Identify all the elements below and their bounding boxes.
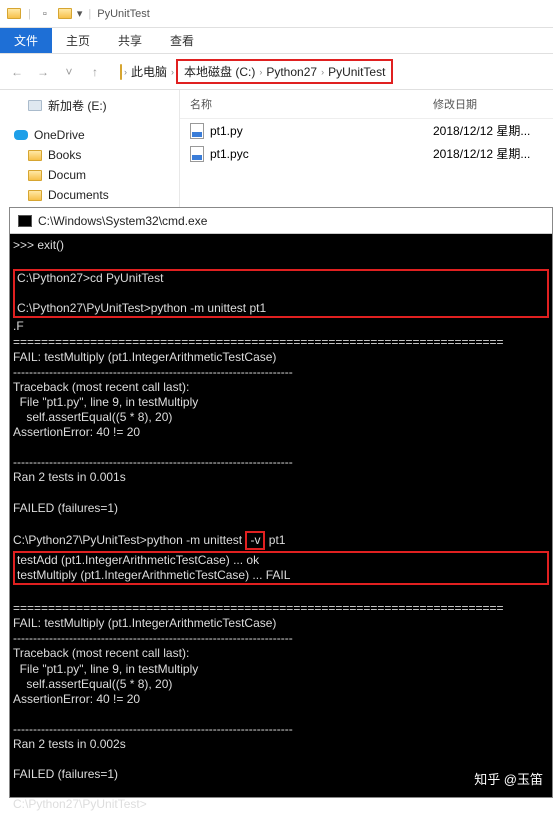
forward-arrow-icon[interactable]: → xyxy=(34,63,52,81)
file-row[interactable]: pt1.py 2018/12/12 星期... xyxy=(180,119,553,142)
sidebar-item-onedrive[interactable]: OneDrive xyxy=(0,125,179,145)
cmd-line: FAIL: testMultiply (pt1.IntegerArithmeti… xyxy=(13,616,549,631)
drive-icon xyxy=(28,100,42,111)
cmd-line: ----------------------------------------… xyxy=(13,631,549,646)
cmd-line: Traceback (most recent call last): xyxy=(13,646,549,661)
sidebar-item-label: 新加卷 (E:) xyxy=(48,97,107,114)
folder-icon xyxy=(57,6,73,22)
cmd-line: FAIL: testMultiply (pt1.IntegerArithmeti… xyxy=(13,350,549,365)
cmd-line: C:\Python27\PyUnitTest>python -m unittes… xyxy=(17,301,545,316)
sidebar-item-label: Books xyxy=(48,148,81,162)
dropdown-icon[interactable]: ▾ xyxy=(77,7,83,20)
breadcrumb-drive[interactable]: 本地磁盘 (C:) xyxy=(182,63,257,80)
sidebar-item-docum[interactable]: Docum xyxy=(0,165,179,185)
tab-home[interactable]: 主页 xyxy=(52,28,104,53)
back-arrow-icon[interactable]: ← xyxy=(8,63,26,81)
chevron-right-icon[interactable]: › xyxy=(124,67,127,77)
cmd-line: .F xyxy=(13,319,549,334)
column-headers: 名称 修改日期 xyxy=(180,90,553,119)
cmd-line: ----------------------------------------… xyxy=(13,722,549,737)
cmd-line: Traceback (most recent call last): xyxy=(13,380,549,395)
cmd-window: C:\Windows\System32\cmd.exe >>> exit() C:… xyxy=(9,207,553,798)
window-title: PyUnitTest xyxy=(97,8,150,20)
cmd-line: ----------------------------------------… xyxy=(13,365,549,380)
watermark: 知乎 @玉笛 xyxy=(474,769,543,788)
cmd-line: FAILED (failures=1) xyxy=(13,767,549,782)
cmd-line: File "pt1.py", line 9, in testMultiply xyxy=(13,395,549,410)
column-name[interactable]: 名称 xyxy=(190,96,433,112)
breadcrumb-highlighted-path: 本地磁盘 (C:) › Python27 › PyUnitTest xyxy=(176,59,393,84)
cmd-line: ========================================… xyxy=(13,335,549,350)
recent-arrow-icon[interactable]: ˅ xyxy=(60,63,78,81)
sidebar-item-label: Documents xyxy=(48,188,109,202)
chevron-right-icon[interactable]: › xyxy=(321,67,324,77)
python-compiled-icon xyxy=(190,146,204,162)
cmd-line: >>> exit() xyxy=(13,238,549,253)
folder-icon xyxy=(6,6,22,22)
file-row[interactable]: pt1.pyc 2018/12/12 星期... xyxy=(180,142,553,165)
up-arrow-icon[interactable]: ↑ xyxy=(86,63,104,81)
ribbon-tabs: 文件 主页 共享 查看 xyxy=(0,28,553,54)
file-date: 2018/12/12 星期... xyxy=(433,122,543,139)
file-name: pt1.py xyxy=(210,124,427,138)
cmd-line: AssertionError: 40 != 20 xyxy=(13,425,549,440)
breadcrumb-thispc[interactable]: 此电脑 xyxy=(129,63,169,80)
content-area: 新加卷 (E:) OneDrive Books Docum Documents … xyxy=(0,90,553,220)
cmd-line: C:\Python27\PyUnitTest> xyxy=(13,797,549,812)
separator: | xyxy=(28,8,31,20)
cmd-line: ========================================… xyxy=(13,601,549,616)
chevron-right-icon[interactable]: › xyxy=(171,67,174,77)
cmd-line: C:\Python27\PyUnitTest>python -m unittes… xyxy=(13,531,549,550)
separator: | xyxy=(88,8,91,20)
folder-icon xyxy=(28,190,42,201)
cmd-line: FAILED (failures=1) xyxy=(13,501,549,516)
sidebar: 新加卷 (E:) OneDrive Books Docum Documents xyxy=(0,90,180,220)
highlight-box-flag: -v xyxy=(245,531,265,550)
cmd-line: AssertionError: 40 != 20 xyxy=(13,692,549,707)
sidebar-item-label: OneDrive xyxy=(34,128,85,142)
file-list-panel: 名称 修改日期 pt1.py 2018/12/12 星期... pt1.pyc … xyxy=(180,90,553,220)
navigation-bar: ← → ˅ ↑ › 此电脑 › 本地磁盘 (C:) › Python27 › P… xyxy=(0,54,553,90)
folder-icon xyxy=(28,150,42,161)
file-date: 2018/12/12 星期... xyxy=(433,145,543,162)
cmd-line: testMultiply (pt1.IntegerArithmeticTestC… xyxy=(17,568,545,583)
file-name: pt1.pyc xyxy=(210,147,427,161)
cmd-titlebar[interactable]: C:\Windows\System32\cmd.exe xyxy=(10,208,552,234)
cmd-line: ----------------------------------------… xyxy=(13,455,549,470)
cmd-line: Ran 2 tests in 0.001s xyxy=(13,470,549,485)
cmd-line: self.assertEqual((5 * 8), 20) xyxy=(13,677,549,692)
breadcrumb[interactable]: › 此电脑 › 本地磁盘 (C:) › Python27 › PyUnitTes… xyxy=(112,56,401,87)
tab-share[interactable]: 共享 xyxy=(104,28,156,53)
cmd-line: self.assertEqual((5 * 8), 20) xyxy=(13,410,549,425)
chevron-right-icon[interactable]: › xyxy=(259,67,262,77)
highlight-box-commands: C:\Python27>cd PyUnitTest C:\Python27\Py… xyxy=(13,269,549,318)
breadcrumb-python27[interactable]: Python27 xyxy=(264,65,319,79)
onedrive-icon xyxy=(14,130,28,140)
sidebar-item-documents[interactable]: Documents xyxy=(0,185,179,205)
sidebar-item-newvolume[interactable]: 新加卷 (E:) xyxy=(0,94,179,117)
python-file-icon xyxy=(190,123,204,139)
highlight-box-verbose: testAdd (pt1.IntegerArithmeticTestCase) … xyxy=(13,551,549,585)
cmd-line: File "pt1.py", line 9, in testMultiply xyxy=(13,662,549,677)
cmd-line: Ran 2 tests in 0.002s xyxy=(13,737,549,752)
tab-file[interactable]: 文件 xyxy=(0,28,52,53)
cmd-title: C:\Windows\System32\cmd.exe xyxy=(38,214,207,228)
folder-icon xyxy=(120,65,122,79)
window-titlebar: | ▫ ▾ | PyUnitTest xyxy=(0,0,553,28)
cmd-line: C:\Python27>cd PyUnitTest xyxy=(17,271,545,286)
folder-icon xyxy=(28,170,42,181)
save-icon[interactable]: ▫ xyxy=(37,6,53,22)
cmd-output[interactable]: >>> exit() C:\Python27>cd PyUnitTest C:\P… xyxy=(10,234,552,816)
breadcrumb-pyunittest[interactable]: PyUnitTest xyxy=(326,65,387,79)
tab-view[interactable]: 查看 xyxy=(156,28,208,53)
cmd-line: testAdd (pt1.IntegerArithmeticTestCase) … xyxy=(17,553,545,568)
sidebar-item-books[interactable]: Books xyxy=(0,145,179,165)
column-date[interactable]: 修改日期 xyxy=(433,96,543,112)
cmd-icon xyxy=(18,215,32,227)
sidebar-item-label: Docum xyxy=(48,168,86,182)
